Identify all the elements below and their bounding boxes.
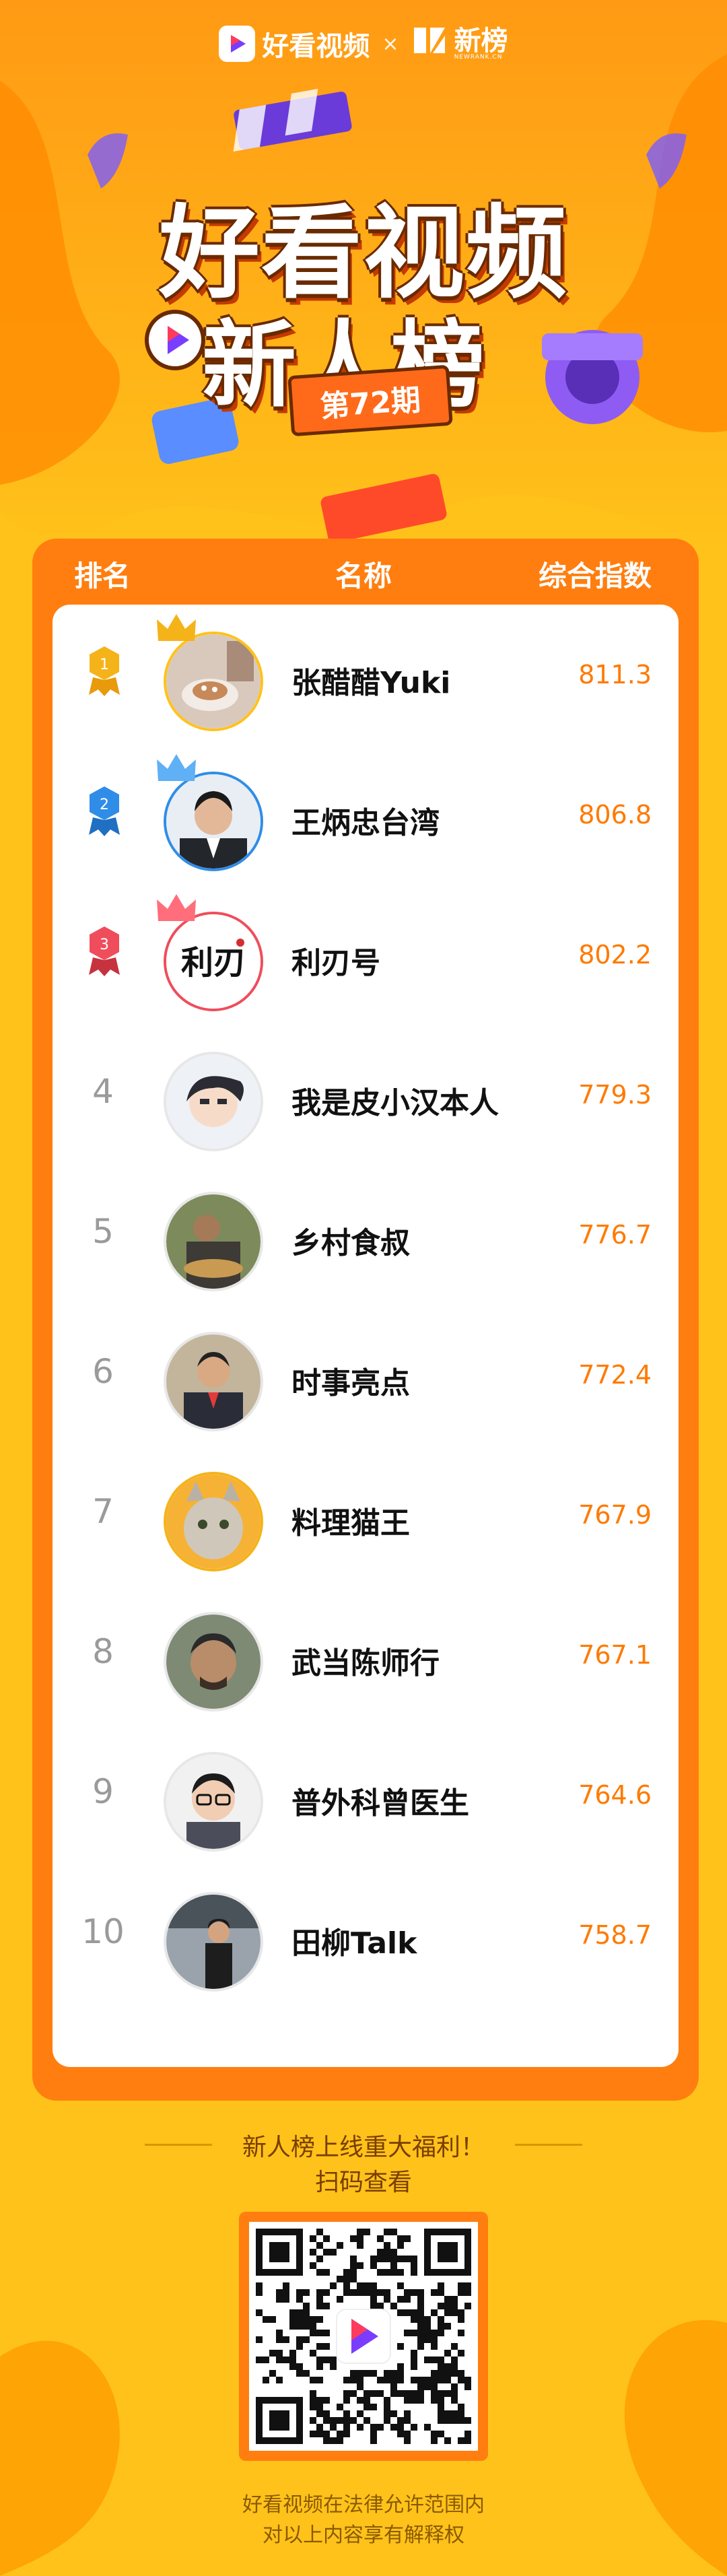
table-row: 2 王炳忠台湾 806.8: [53, 745, 679, 885]
partner-sub: NEWRANK.CN: [454, 53, 503, 61]
avatar-logo-text: 利刃: [181, 944, 246, 982]
row-name: 田柳Talk: [291, 1926, 417, 1961]
table-row: 4 我是皮小汉本人 779.3: [53, 1025, 679, 1165]
row-score: 811.3: [578, 660, 652, 689]
rank-number: 9: [92, 1772, 114, 1811]
brand-separator: ×: [382, 32, 399, 56]
row-score: 802.2: [578, 940, 652, 970]
row-score: 758.7: [578, 1920, 652, 1950]
hero-play-icon: [145, 310, 205, 373]
avatar: 利刃: [157, 894, 265, 1013]
gold-crown-icon: [157, 614, 196, 641]
rank-number: 10: [81, 1912, 125, 1951]
rank-number: 4: [92, 1072, 114, 1111]
row-score: 779.3: [578, 1080, 652, 1110]
rank-number: 7: [92, 1492, 114, 1531]
row-name: 普外科曾医生: [291, 1786, 469, 1821]
table-row: 10 田柳Talk 758.7: [53, 1865, 679, 2005]
qr-code-image: [249, 2222, 478, 2451]
avatar-image: [164, 1052, 263, 1151]
app-brand: 好看视频: [219, 24, 370, 63]
avatar-image: 利刃: [164, 912, 263, 1011]
avatar: [164, 1052, 265, 1153]
row-name: 利刃号: [291, 946, 380, 980]
avatar: [164, 1192, 265, 1293]
table-header: 排名 名称 综合指数: [32, 539, 699, 606]
medal-number: 1: [100, 656, 109, 673]
avatar: [157, 754, 265, 873]
header-name: 名称: [335, 560, 392, 592]
avatar-image: [164, 1332, 263, 1431]
avatar-image: [164, 1892, 263, 1992]
table-row: 1 张醋醋Yuki 811.3: [53, 605, 679, 745]
avatar: [164, 1612, 265, 1713]
medal-number: 3: [100, 937, 109, 953]
play-logo-icon: [219, 26, 256, 62]
medal-number: 2: [100, 796, 109, 813]
ranking-list: 1 张醋醋Yuki 811.3 2 王炳忠台湾 806.8 3 利刃 利刃号 8…: [53, 605, 679, 2067]
row-score: 776.7: [578, 1220, 652, 1250]
row-name: 武当陈师行: [291, 1646, 440, 1681]
partner-brand: 新榜 NEWRANK.CN: [411, 22, 508, 65]
row-score: 764.6: [578, 1780, 652, 1810]
avatar-image: [164, 772, 263, 871]
promo-text: 新人榜上线重大福利！: [242, 2134, 485, 2161]
rank-number: 6: [92, 1352, 114, 1391]
header-rank: 排名: [74, 560, 131, 592]
table-row: 5 乡村食叔 776.7: [53, 1165, 679, 1305]
row-name: 我是皮小汉本人: [291, 1086, 499, 1120]
table-row: 3 利刃 利刃号 802.2: [53, 885, 679, 1025]
avatar: [164, 1892, 265, 1993]
avatar-image: [164, 632, 263, 731]
scan-prompt: 扫码查看: [314, 2169, 412, 2196]
row-name: 王炳忠台湾: [291, 806, 440, 840]
avatar-image: [164, 1472, 263, 1571]
table-row: 9 普外科曾医生 764.6: [53, 1725, 679, 1865]
avatar: [164, 1752, 265, 1853]
partner-name: 新榜: [454, 25, 508, 57]
disclaimer-line2: 对以上内容享有解释权: [263, 2523, 464, 2547]
rank-number: 8: [92, 1632, 114, 1671]
row-name: 乡村食叔: [291, 1226, 410, 1260]
avatar-image: [164, 1752, 263, 1852]
issue-badge: 第72期: [287, 364, 453, 437]
red-crown-icon: [157, 894, 196, 921]
newrank-logo-icon: [411, 22, 448, 65]
ranking-panel: 排名 名称 综合指数 1 张醋醋Yuki 811.3 2 王炳忠台湾 806.8…: [32, 539, 699, 2101]
app-name: 好看视频: [262, 31, 370, 62]
table-row: 7 料理猫王 767.9: [53, 1445, 679, 1585]
row-score: 772.4: [578, 1360, 652, 1390]
blue-medal-icon: 2: [89, 786, 120, 836]
qr-code[interactable]: [239, 2212, 488, 2461]
hero-banner: 好看视频 新人榜 第72期: [0, 88, 727, 525]
row-score: 767.1: [578, 1640, 652, 1670]
brand-bar: 好看视频 × 新榜 NEWRANK.CN: [0, 20, 727, 67]
header-score: 综合指数: [539, 560, 652, 592]
red-medal-icon: 3: [89, 926, 120, 976]
row-name: 张醋醋Yuki: [291, 666, 451, 700]
row-name: 时事亮点: [291, 1366, 410, 1400]
disclaimer-line1: 好看视频在法律允许范围内: [242, 2493, 485, 2517]
avatar: [164, 1332, 265, 1433]
avatar: [157, 614, 265, 733]
row-score: 806.8: [578, 800, 652, 829]
row-score: 767.9: [578, 1500, 652, 1530]
avatar-image: [164, 1192, 263, 1291]
blue-crown-icon: [157, 754, 196, 781]
gold-medal-icon: 1: [89, 646, 120, 696]
row-name: 料理猫王: [291, 1506, 410, 1540]
table-row: 6 时事亮点 772.4: [53, 1305, 679, 1445]
avatar: [164, 1472, 265, 1573]
avatar-image: [164, 1612, 263, 1711]
table-row: 8 武当陈师行 767.1: [53, 1585, 679, 1725]
rank-number: 5: [92, 1212, 114, 1251]
